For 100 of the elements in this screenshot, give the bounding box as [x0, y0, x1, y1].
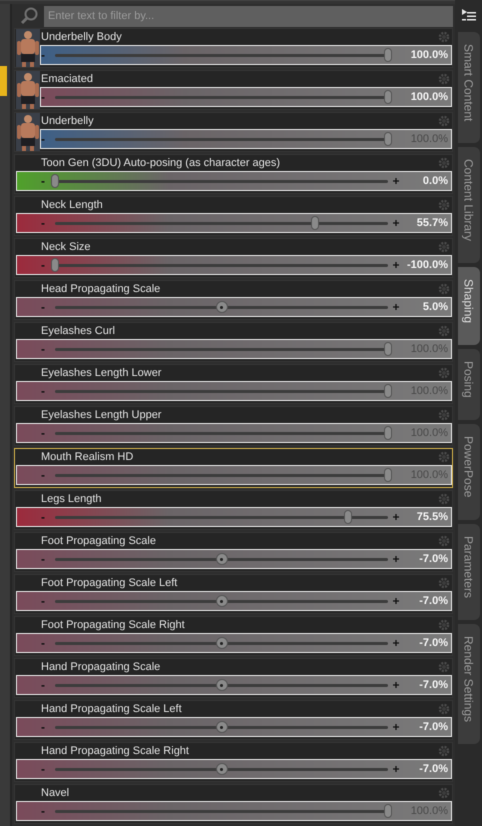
slider-thumb[interactable]: [344, 510, 352, 524]
side-tab[interactable]: Render Settings: [458, 624, 480, 744]
gear-icon[interactable]: [438, 324, 450, 336]
slider-thumb[interactable]: [384, 426, 392, 440]
minus-sign[interactable]: -: [41, 469, 55, 481]
gear-icon[interactable]: [438, 240, 450, 252]
slider-thumb[interactable]: [384, 468, 392, 482]
gear-icon[interactable]: [438, 786, 450, 798]
side-tab[interactable]: Parameters: [458, 524, 480, 620]
slider-bar[interactable]: - 100.0%: [40, 87, 452, 107]
gear-icon[interactable]: [438, 492, 450, 504]
side-tab[interactable]: Posing: [458, 349, 480, 420]
slider-thumb[interactable]: [216, 763, 228, 775]
gear-icon[interactable]: [438, 156, 450, 168]
slider-thumb[interactable]: [216, 553, 228, 565]
property-name: Navel: [41, 786, 70, 798]
side-tab[interactable]: Content Library: [458, 147, 480, 264]
plus-sign[interactable]: +: [392, 301, 400, 313]
plus-sign[interactable]: +: [392, 511, 400, 523]
slider-thumb[interactable]: [384, 48, 392, 62]
minus-sign[interactable]: -: [41, 805, 55, 817]
slider-thumb[interactable]: [216, 721, 228, 733]
gear-icon[interactable]: [438, 282, 450, 294]
slider-bar[interactable]: - + 0.0%: [16, 171, 452, 191]
minus-sign[interactable]: -: [41, 637, 55, 649]
property-name: Eyelashes Length Upper: [41, 408, 162, 420]
gear-icon[interactable]: [438, 702, 450, 714]
slider-thumb[interactable]: [51, 174, 59, 188]
slider-thumb[interactable]: [51, 258, 59, 272]
minus-sign[interactable]: -: [41, 301, 55, 313]
slider-bar[interactable]: - + -7.0%: [16, 549, 452, 569]
side-tab[interactable]: PowerPose: [458, 424, 480, 520]
minus-sign[interactable]: -: [41, 721, 55, 733]
slider-thumb[interactable]: [384, 342, 392, 356]
slider-thumb[interactable]: [384, 804, 392, 818]
gear-icon[interactable]: [438, 576, 450, 588]
slider-bar[interactable]: - + -7.0%: [16, 675, 452, 695]
minus-sign[interactable]: -: [41, 553, 55, 565]
plus-sign[interactable]: +: [392, 175, 400, 187]
minus-sign[interactable]: -: [41, 679, 55, 691]
gear-icon[interactable]: [438, 744, 450, 756]
slider-thumb[interactable]: [216, 679, 228, 691]
gear-icon[interactable]: [438, 450, 450, 462]
plus-sign[interactable]: +: [392, 259, 400, 271]
gear-icon[interactable]: [438, 114, 450, 126]
plus-sign[interactable]: +: [392, 721, 400, 733]
plus-sign[interactable]: +: [392, 679, 400, 691]
filter-field[interactable]: Enter text to filter by...: [44, 6, 453, 26]
minus-sign[interactable]: -: [41, 175, 55, 187]
gear-icon[interactable]: [438, 198, 450, 210]
gear-icon[interactable]: [438, 618, 450, 630]
value-text: 0.0%: [422, 175, 449, 187]
minus-sign[interactable]: -: [41, 385, 55, 397]
minus-sign[interactable]: -: [41, 133, 55, 145]
slider-bar[interactable]: - + -7.0%: [16, 759, 452, 779]
value-text: -7.0%: [418, 679, 449, 691]
gear-icon[interactable]: [438, 366, 450, 378]
minus-sign[interactable]: -: [41, 511, 55, 523]
menu-icon[interactable]: [460, 8, 476, 22]
gear-icon[interactable]: [438, 72, 450, 84]
slider-bar[interactable]: - 100.0%: [40, 45, 452, 65]
property-name: Eyelashes Curl: [41, 324, 115, 336]
slider-bar[interactable]: - + -7.0%: [16, 591, 452, 611]
plus-sign[interactable]: +: [392, 595, 400, 607]
slider-thumb[interactable]: [384, 132, 392, 146]
slider-thumb[interactable]: [384, 384, 392, 398]
gear-icon[interactable]: [438, 534, 450, 546]
minus-sign[interactable]: -: [41, 217, 55, 229]
property-name: Emaciated: [41, 72, 93, 84]
slider-bar[interactable]: - + 75.5%: [16, 507, 452, 527]
slider-thumb[interactable]: [310, 216, 319, 230]
slider-thumb[interactable]: [216, 301, 228, 313]
minus-sign[interactable]: -: [41, 595, 55, 607]
slider-bar[interactable]: - + 5.0%: [16, 297, 452, 317]
side-tab[interactable]: Shaping: [458, 267, 480, 346]
plus-sign[interactable]: +: [392, 637, 400, 649]
minus-sign[interactable]: -: [41, 343, 55, 355]
value-text: 5.0%: [422, 301, 449, 313]
gear-icon[interactable]: [438, 660, 450, 672]
plus-sign[interactable]: +: [392, 553, 400, 565]
slider-bar[interactable]: - + -100.0%: [16, 255, 452, 275]
minus-sign[interactable]: -: [41, 49, 55, 61]
minus-sign[interactable]: -: [41, 427, 55, 439]
side-tab[interactable]: Smart Content: [458, 32, 480, 144]
slider-bar[interactable]: - + -7.0%: [16, 633, 452, 653]
slider-thumb[interactable]: [216, 595, 228, 607]
minus-sign[interactable]: -: [41, 91, 55, 103]
slider-bar[interactable]: - + 55.7%: [16, 213, 452, 233]
slider-thumb[interactable]: [384, 90, 392, 104]
minus-sign[interactable]: -: [41, 763, 55, 775]
plus-sign[interactable]: +: [392, 763, 400, 775]
property-name: Underbelly Body: [41, 30, 122, 42]
value-text: 75.5%: [416, 511, 449, 523]
minus-sign[interactable]: -: [41, 259, 55, 271]
plus-sign[interactable]: +: [392, 217, 400, 229]
slider-bar[interactable]: - + -7.0%: [16, 717, 452, 737]
slider-thumb[interactable]: [216, 637, 228, 649]
value-text: 100.0%: [410, 91, 449, 103]
gear-icon[interactable]: [438, 408, 450, 420]
gear-icon[interactable]: [438, 30, 450, 42]
